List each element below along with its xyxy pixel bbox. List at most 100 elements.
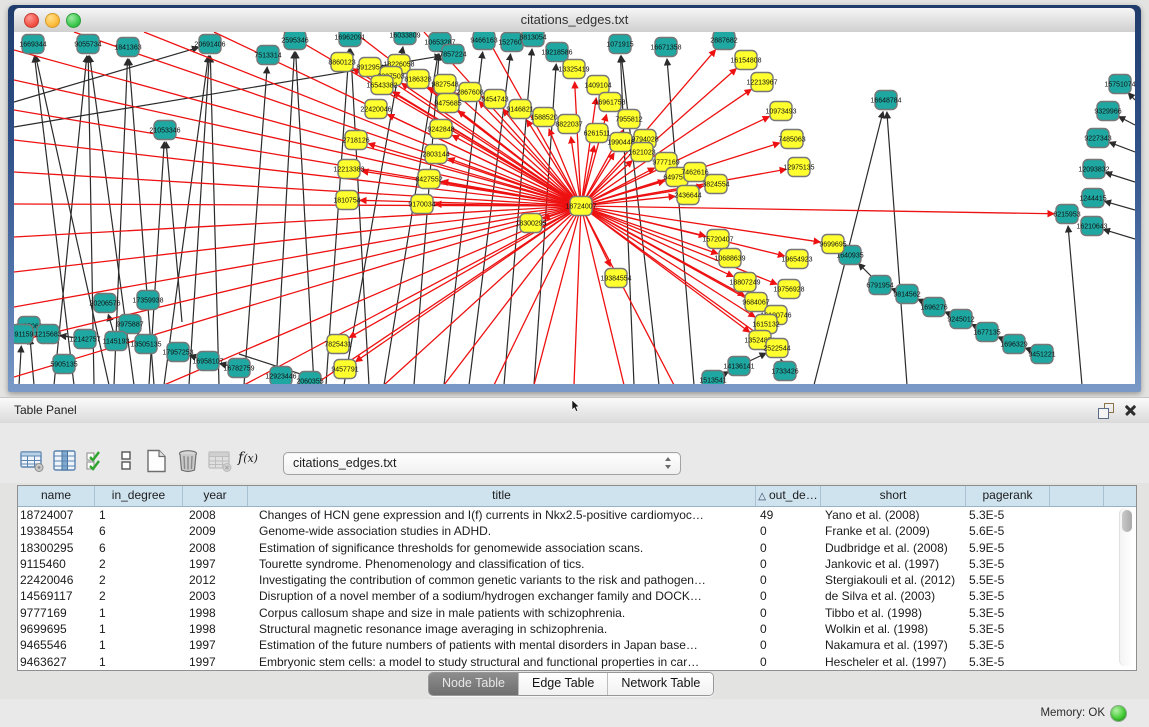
cell-title[interactable]: Changes of HCN gene expression and I(f) … <box>248 507 756 523</box>
cell-name[interactable]: 19384554 <box>18 523 95 539</box>
cell-year[interactable]: 1997 <box>183 654 248 670</box>
graph-node-9466163[interactable]: 9466163 <box>470 32 497 50</box>
graph-node-12975135[interactable]: 12975135 <box>783 158 814 177</box>
cell-name[interactable]: 9115460 <box>18 556 95 572</box>
citation-edge-black[interactable] <box>1119 117 1135 125</box>
graph-node-1841363[interactable]: 1841363 <box>114 38 141 57</box>
table-vertical-scrollbar[interactable] <box>1119 508 1133 666</box>
cell-pagerank[interactable]: 5.3E-5 <box>966 654 1050 670</box>
graph-node-19384554[interactable]: 19384554 <box>600 269 631 288</box>
network-canvas[interactable]: 1669344905573418413632069140675133142595… <box>14 32 1135 384</box>
cell-pagerank[interactable]: 5.3E-5 <box>966 588 1050 604</box>
citation-edge-red[interactable] <box>356 206 581 362</box>
graph-node-16648784[interactable]: 16648784 <box>870 91 901 110</box>
new-document-button[interactable] <box>142 448 170 474</box>
graph-node-2522544[interactable]: 2522544 <box>763 339 790 358</box>
graph-node-1696276[interactable]: 1696276 <box>920 298 947 317</box>
cell-pagerank[interactable]: 5.6E-5 <box>966 523 1050 539</box>
cell-year[interactable]: 2009 <box>183 523 248 539</box>
delete-table-button-disabled[interactable] <box>206 448 234 474</box>
citation-edge-red[interactable] <box>14 206 581 342</box>
cell-pagerank[interactable]: 5.3E-5 <box>966 507 1050 523</box>
graph-node-9814562[interactable]: 9814562 <box>893 285 920 304</box>
graph-node-8454743[interactable]: 8454743 <box>481 90 508 109</box>
citation-edge-black[interactable] <box>1128 93 1135 100</box>
graph-node-9329966[interactable]: 9329966 <box>1094 102 1121 121</box>
graph-node-16154808[interactable]: 16154808 <box>730 51 761 70</box>
citation-edge-black[interactable] <box>1068 226 1082 384</box>
graph-node-16543382[interactable]: 16543382 <box>366 76 397 95</box>
cell-short[interactable]: Tibbo et al. (1998) <box>821 605 966 621</box>
graph-node-6791954[interactable]: 6791954 <box>866 276 893 295</box>
citation-edge-black[interactable] <box>296 52 314 384</box>
graph-node-8427552[interactable]: 8427552 <box>415 170 442 189</box>
cell-title[interactable]: Tourette syndrome. Phenomenology and cla… <box>248 556 756 572</box>
cell-year[interactable]: 2012 <box>183 572 248 588</box>
cell-short[interactable]: Franke et al. (2009) <box>821 523 966 539</box>
graph-node-16962091[interactable]: 16962091 <box>334 32 365 47</box>
graph-node-13505135[interactable]: 13505135 <box>130 335 161 354</box>
column-visibility-button[interactable] <box>51 448 79 474</box>
cell-short[interactable]: Yano et al. (2008) <box>821 507 966 523</box>
graph-node-10973493[interactable]: 10973493 <box>765 102 796 121</box>
graph-node-7485063[interactable]: 7485063 <box>778 130 805 149</box>
cell-filler[interactable] <box>1050 654 1104 670</box>
graph-node-16033809[interactable]: 16033809 <box>389 32 420 45</box>
cell-title[interactable]: Structural magnetic resonance image aver… <box>248 621 756 637</box>
cell-name[interactable]: 22420046 <box>18 572 95 588</box>
column-header-out_de…[interactable]: △out_de… <box>756 486 821 506</box>
graph-node-16671358[interactable]: 16671358 <box>650 38 681 57</box>
column-header-in_degree[interactable]: in_degree <box>95 486 183 506</box>
graph-node-2718126[interactable]: 2718126 <box>342 131 369 150</box>
graph-node-9170034[interactable]: 9170034 <box>408 195 435 214</box>
cell-name[interactable]: 9699695 <box>18 621 95 637</box>
table-selector-dropdown[interactable]: citations_edges.txt <box>283 452 681 475</box>
graph-node-1513541[interactable]: 1513541 <box>699 371 726 385</box>
cell-in_degree[interactable]: 2 <box>95 572 183 588</box>
cell-out_de…[interactable]: 0 <box>756 654 821 670</box>
citation-edge-black[interactable] <box>1105 201 1135 210</box>
graph-node-1677135[interactable]: 1677135 <box>973 323 1000 342</box>
cell-in_degree[interactable]: 6 <box>95 523 183 539</box>
cell-in_degree[interactable]: 2 <box>95 588 183 604</box>
cell-in_degree[interactable]: 1 <box>95 654 183 670</box>
cell-year[interactable]: 1998 <box>183 621 248 637</box>
table-row[interactable]: 946554611997Estimation of the future num… <box>18 637 1136 653</box>
graph-node-16210643[interactable]: 16210643 <box>1076 217 1107 236</box>
cell-year[interactable]: 1997 <box>183 556 248 572</box>
citation-network-graph[interactable]: 1669344905573418413632069140675133142595… <box>14 32 1135 384</box>
cell-in_degree[interactable]: 1 <box>95 637 183 653</box>
graph-node-17957253[interactable]: 17957253 <box>162 343 193 362</box>
citation-edge-red[interactable] <box>581 206 1054 214</box>
delete-button[interactable] <box>174 448 202 474</box>
column-header-year[interactable]: year <box>183 486 248 506</box>
table-row[interactable]: 1872400712008Changes of HCN gene express… <box>18 507 1136 523</box>
graph-node-1215683[interactable]: 1215683 <box>34 325 61 344</box>
cell-pagerank[interactable]: 5.3E-5 <box>966 621 1050 637</box>
graph-node-12923446[interactable]: 12923446 <box>265 367 296 385</box>
graph-node-8822037[interactable]: 8822037 <box>555 115 582 134</box>
cell-short[interactable]: Hescheler et al. (1997) <box>821 654 966 670</box>
graph-node-2887682[interactable]: 2887682 <box>710 32 737 50</box>
graph-node-2060355[interactable]: 2060355 <box>296 372 323 385</box>
citation-edge-red[interactable] <box>444 206 581 384</box>
cell-out_de…[interactable]: 0 <box>756 621 821 637</box>
graph-node-1669344[interactable]: 1669344 <box>19 35 46 54</box>
graph-node-1588520[interactable]: 1588520 <box>530 108 557 127</box>
graph-node-9242848[interactable]: 9242848 <box>427 120 454 139</box>
cell-pagerank[interactable]: 5.3E-5 <box>966 556 1050 572</box>
cell-year[interactable]: 2003 <box>183 588 248 604</box>
cell-filler[interactable] <box>1050 556 1104 572</box>
graph-node-18807249[interactable]: 18807249 <box>729 273 760 292</box>
citation-edge-red[interactable] <box>14 206 581 272</box>
graph-node-16782759[interactable]: 16782759 <box>223 359 254 378</box>
graph-node-22420046[interactable]: 22420046 <box>360 100 391 119</box>
graph-node-2803144[interactable]: 2803144 <box>422 145 449 164</box>
column-header-title[interactable]: title <box>248 486 756 506</box>
cell-in_degree[interactable]: 1 <box>95 621 183 637</box>
graph-node-7955812[interactable]: 7955812 <box>615 110 642 129</box>
cell-short[interactable]: de Silva et al. (2003) <box>821 588 966 604</box>
cell-title[interactable]: Embryonic stem cells: a model to study s… <box>248 654 756 670</box>
graph-node-1145193[interactable]: 1145193 <box>103 332 130 351</box>
graph-node-20691406[interactable]: 20691406 <box>194 35 225 54</box>
